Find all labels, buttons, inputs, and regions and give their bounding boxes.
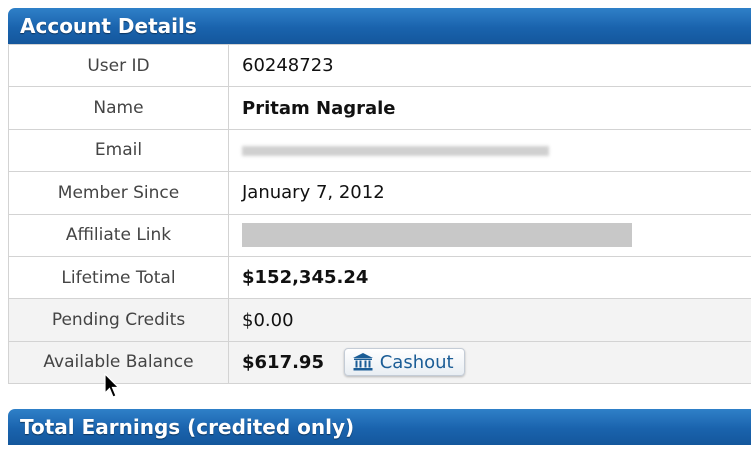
table-row: Lifetime Total $152,345.24	[8, 255, 751, 300]
account-details-table: User ID 60248723 Name Pritam Nagrale Ema…	[8, 43, 751, 385]
pending-credits-label: Pending Credits	[8, 298, 229, 342]
table-row: Pending Credits $0.00	[8, 298, 751, 342]
name-label: Name	[8, 86, 229, 130]
total-earnings-header: Total Earnings (credited only)	[8, 409, 751, 445]
affiliate-link-redacted	[242, 223, 632, 248]
table-row: Affiliate Link	[8, 213, 751, 257]
cashout-label: Cashout	[379, 351, 454, 373]
table-row: Name Pritam Nagrale	[8, 86, 751, 130]
total-earnings-title: Total Earnings (credited only)	[20, 415, 355, 439]
email-label: Email	[8, 128, 229, 173]
table-row: User ID 60248723	[8, 43, 751, 88]
member-since-label: Member Since	[8, 171, 229, 215]
pending-credits-value: $0.00	[228, 298, 751, 342]
affiliate-link-value	[228, 213, 751, 257]
mouse-cursor-icon	[104, 373, 120, 398]
affiliate-link-label: Affiliate Link	[8, 213, 229, 257]
account-details-title: Account Details	[20, 14, 197, 38]
email-value	[228, 128, 751, 173]
table-row: Email	[8, 128, 751, 173]
lifetime-total-label: Lifetime Total	[8, 255, 229, 300]
cashout-button[interactable]: Cashout	[343, 348, 465, 377]
email-redacted	[242, 145, 549, 156]
user-id-label: User ID	[8, 43, 229, 88]
lifetime-total-value: $152,345.24	[228, 255, 751, 300]
user-id-value: 60248723	[228, 43, 751, 88]
bank-icon	[352, 353, 373, 371]
account-details-header: Account Details	[8, 8, 751, 44]
available-balance-value: $617.95	[242, 351, 324, 373]
table-row: Member Since January 7, 2012	[8, 171, 751, 215]
name-value: Pritam Nagrale	[228, 86, 751, 130]
available-balance-cell: $617.95 Cashout	[228, 340, 751, 385]
member-since-value: January 7, 2012	[228, 171, 751, 215]
